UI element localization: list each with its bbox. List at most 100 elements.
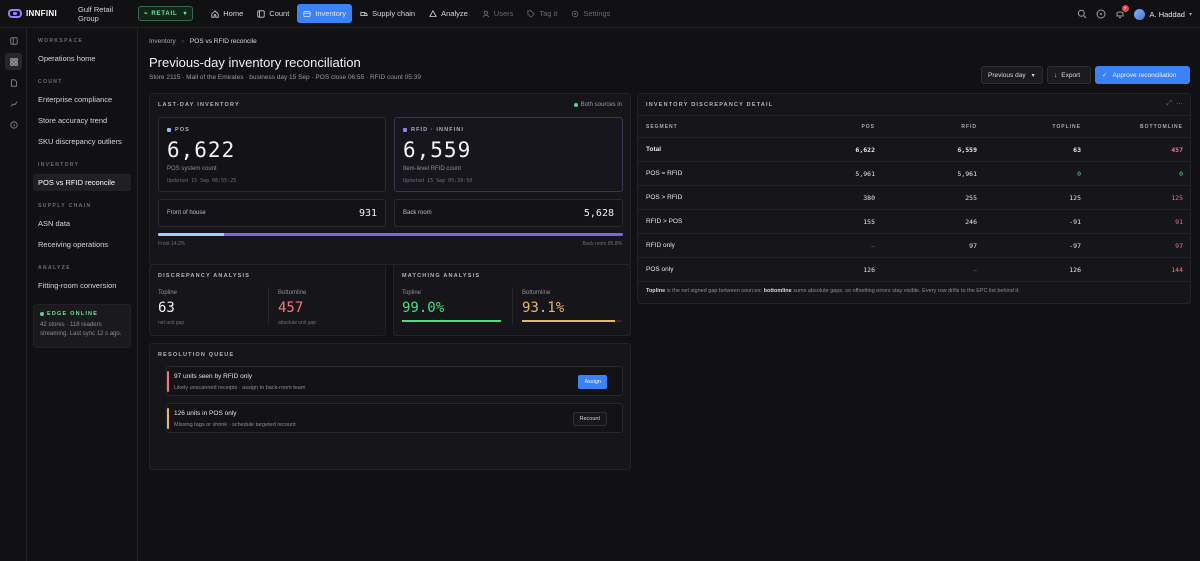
org-name[interactable]: Gulf Retail Group xyxy=(78,5,130,23)
assign-button[interactable]: Assign xyxy=(578,375,607,389)
notifications-button[interactable]: 7 xyxy=(1115,5,1129,19)
status-dot xyxy=(573,103,578,107)
table-row[interactable]: POS = RFID 5,961 5,961 0 0 xyxy=(638,161,1191,185)
section-inventory: INVENTORY xyxy=(38,162,80,168)
matching-analysis-card: MATCHING ANALYSIS Topline 99.0% Bottomli… xyxy=(393,264,631,336)
cell: 155 xyxy=(863,217,875,226)
trend-icon xyxy=(10,100,18,107)
search-icon[interactable] xyxy=(1077,9,1087,19)
chevron-right-icon: › xyxy=(181,38,184,45)
count-icon xyxy=(257,9,265,18)
panel-icon xyxy=(9,36,18,45)
help-icon[interactable] xyxy=(1096,9,1106,19)
chevron-down-icon[interactable]: ▾ xyxy=(1189,11,1192,18)
rail-panel-toggle[interactable] xyxy=(5,32,22,49)
check-icon: ✓ xyxy=(1102,72,1108,79)
back-label: Back room xyxy=(403,210,432,216)
more-icon[interactable]: ⋯ xyxy=(1176,100,1183,108)
nav-tag-it[interactable]: Tag it xyxy=(521,4,563,23)
user-name[interactable]: A. Haddad xyxy=(1150,10,1185,19)
table-row[interactable]: RFID > POS 155 246 -91 91 xyxy=(638,209,1191,233)
sidebar-item-receiving[interactable]: Receiving operations xyxy=(33,236,131,253)
rfid-count-card: RFID · INNFINI 6,559 Item-level RFID cou… xyxy=(394,117,623,192)
page-subtitle: Store 2115 · Mall of the Emirates · busi… xyxy=(149,74,421,81)
nav-supply-chain[interactable]: Supply chain xyxy=(354,4,421,23)
rail-trends[interactable] xyxy=(5,95,22,112)
table-row[interactable]: POS > RFID 380 255 125 125 xyxy=(638,185,1191,209)
rail-documents[interactable] xyxy=(5,74,22,91)
rfid-desc: Item-level RFID count xyxy=(403,166,462,172)
export-button[interactable]: ↓ Export xyxy=(1047,66,1091,84)
discrepancy-detail-card: INVENTORY DISCREPANCY DETAIL ⤢ ⋯ SEGMENT… xyxy=(637,93,1191,304)
back-room-card: Back room 5,628 xyxy=(394,199,623,227)
sidebar-item-asn[interactable]: ASN data xyxy=(33,215,131,232)
table-row[interactable]: POS only 126 — 126 144 xyxy=(638,257,1191,281)
cell: 97 xyxy=(969,241,977,250)
cell: 97 xyxy=(1175,241,1183,250)
front-pct: Front 14.2% xyxy=(158,241,186,247)
table-row[interactable]: Total 6,622 6,559 63 457 xyxy=(638,137,1191,161)
sidebar-item-operations-home[interactable]: Operations home xyxy=(33,50,131,67)
nav-users-label: Users xyxy=(493,9,514,18)
rfid-value: 6,559 xyxy=(403,138,472,162)
previous-day-select[interactable]: Previous day ▾ xyxy=(981,66,1043,84)
card-title: RESOLUTION QUEUE xyxy=(158,352,235,358)
avatar[interactable] xyxy=(1133,8,1145,20)
match-bottomline-value: 93.1% xyxy=(522,300,565,316)
nav-analyze[interactable]: Analyze xyxy=(423,4,474,23)
sidebar-item-fitting-room[interactable]: Fitting-room conversion xyxy=(33,277,131,294)
sidebar-item-store-accuracy[interactable]: Store accuracy trend xyxy=(33,112,131,129)
col-header[interactable]: TOPLINE xyxy=(977,124,1081,130)
sidebar-item-enterprise-compliance[interactable]: Enterprise compliance xyxy=(33,91,131,108)
cell: 63 xyxy=(1073,145,1081,154)
sidebar-item-sku-outliers[interactable]: SKU discrepancy outliers xyxy=(33,133,131,150)
card-title: INVENTORY DISCREPANCY DETAIL xyxy=(646,102,774,108)
brand-logo[interactable]: INNFINI xyxy=(8,9,64,18)
settings-icon xyxy=(572,10,579,17)
col-header[interactable]: POS xyxy=(798,124,875,130)
rfid-label-text: RFID · INNFINI xyxy=(411,127,464,133)
severity-bar xyxy=(167,371,169,392)
nav-users[interactable]: Users xyxy=(476,4,520,23)
top-bar: INNFINI Gulf Retail Group ⌁ RETAIL ▾ Hom… xyxy=(0,0,1200,28)
cell: 0 xyxy=(1179,169,1183,178)
rail-dashboard[interactable] xyxy=(5,53,22,70)
queue-item-title: 126 units in POS only xyxy=(174,410,237,417)
nav-count[interactable]: Count xyxy=(251,4,295,23)
rail-help[interactable] xyxy=(5,116,22,133)
col-header[interactable]: SEGMENT xyxy=(638,124,798,130)
sidebar-item-pos-rfid[interactable]: POS vs RFID reconcile xyxy=(33,174,131,191)
home-icon xyxy=(211,9,219,18)
section-workspace: WORKSPACE xyxy=(38,38,84,44)
approve-label: Approve reconciliation xyxy=(1112,71,1177,79)
nav-settings[interactable]: Settings xyxy=(565,4,616,23)
queue-item: 97 units seen by RFID only Likely unscan… xyxy=(166,366,623,396)
cell: 126 xyxy=(863,265,875,274)
sidebar: WORKSPACE Operations home COUNT Enterpri… xyxy=(27,28,138,561)
mode-selector[interactable]: ⌁ RETAIL ▾ xyxy=(138,6,194,21)
document-icon xyxy=(10,78,17,87)
nav-analyze-label: Analyze xyxy=(441,9,468,18)
front-fill xyxy=(158,233,225,236)
nav-home-label: Home xyxy=(223,9,244,18)
footnote-term-bottomline: bottomline xyxy=(763,288,792,294)
approve-reconciliation-button[interactable]: ✓ Approve reconciliation xyxy=(1095,66,1190,84)
col-header[interactable]: RFID xyxy=(875,124,977,130)
queue-item-desc: Likely unscanned receipts · assign to ba… xyxy=(174,385,306,391)
breadcrumb-parent[interactable]: Inventory xyxy=(149,38,176,45)
cell: 5,961 xyxy=(855,169,875,178)
table-header: SEGMENT POS RFID TOPLINE BOTTOMLINE xyxy=(638,115,1191,137)
recount-button[interactable]: Recount xyxy=(572,412,607,426)
nav-home[interactable]: Home xyxy=(205,4,249,23)
breadcrumb-current: POS vs RFID reconcile xyxy=(189,38,257,45)
expand-icon[interactable]: ⤢ xyxy=(1166,100,1172,108)
mode-bolt-icon: ⌁ xyxy=(144,11,149,17)
nav-inventory[interactable]: Inventory xyxy=(297,4,353,23)
truck-icon xyxy=(360,11,368,16)
col-header[interactable]: BOTTOMLINE xyxy=(1081,124,1183,130)
chevron-down-icon: ▾ xyxy=(183,11,188,17)
pos-label: POS xyxy=(167,127,190,133)
back-pct: Back room 85.8% xyxy=(582,241,622,247)
cell: POS > RFID xyxy=(646,194,683,201)
table-row[interactable]: RFID only — 97 -97 97 xyxy=(638,233,1191,257)
